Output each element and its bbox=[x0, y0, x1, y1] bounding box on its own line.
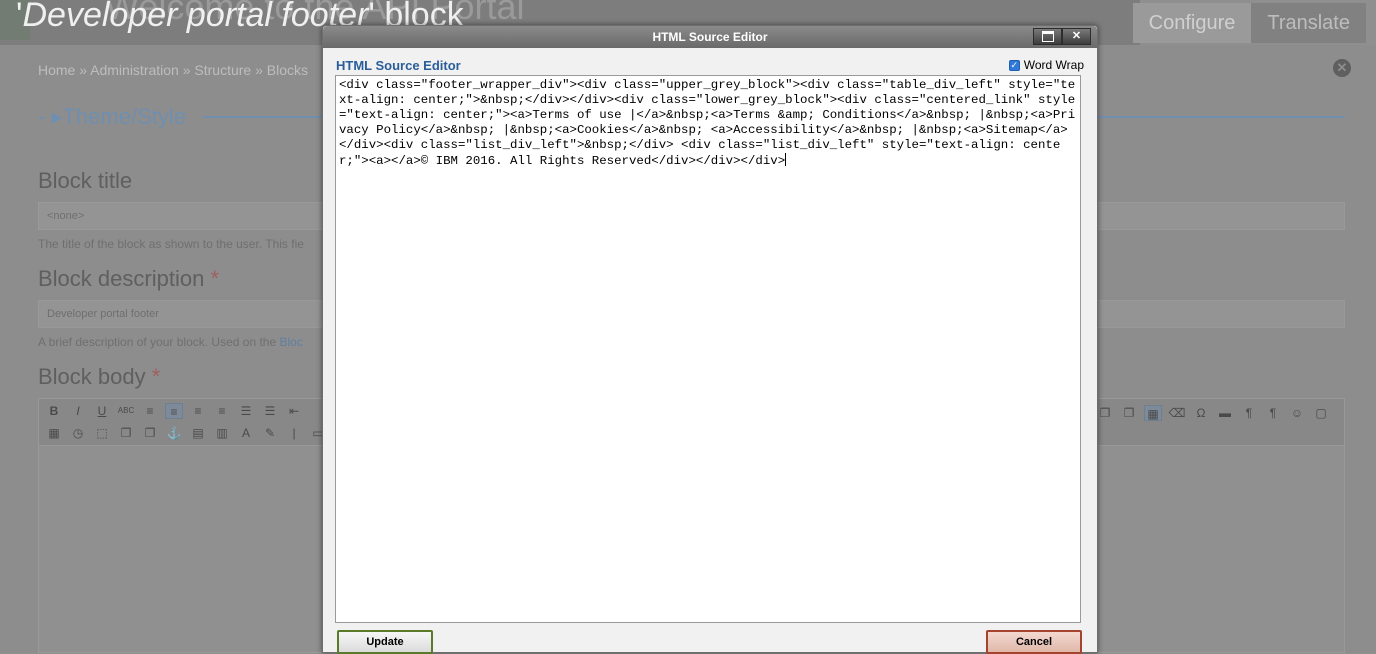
remove-format-icon[interactable]: ⌫ bbox=[1168, 405, 1186, 421]
page-tabs: Configure Translate bbox=[1132, 3, 1366, 43]
page-title-quoted: Developer portal footer bbox=[22, 0, 369, 34]
breadcrumb[interactable]: Home » Administration » Structure » Bloc… bbox=[38, 62, 308, 78]
paste-word-icon[interactable]: ▥ bbox=[213, 425, 231, 441]
block-description-help-text: A brief description of your block. Used … bbox=[38, 335, 280, 349]
tab-translate[interactable]: Translate bbox=[1251, 3, 1366, 43]
special-char-icon[interactable]: Ω bbox=[1192, 405, 1210, 421]
block-body-text: Block body bbox=[38, 364, 146, 389]
select-all-icon[interactable]: ⬚ bbox=[93, 425, 111, 441]
dialog-title: HTML Source Editor bbox=[652, 30, 768, 44]
italic-icon[interactable]: I bbox=[69, 403, 87, 419]
ltr-icon[interactable]: ¶ bbox=[1240, 405, 1258, 421]
dialog-titlebar[interactable]: HTML Source Editor ✕ bbox=[323, 26, 1097, 48]
insert-time-icon[interactable]: ◷ bbox=[69, 425, 87, 441]
block-title-label: Block title bbox=[38, 168, 133, 193]
html-source-textarea[interactable]: <div class="footer_wrapper_div"><div cla… bbox=[335, 75, 1081, 623]
align-left-icon[interactable]: ≡ bbox=[141, 403, 159, 419]
insert-date-icon[interactable]: ▦ bbox=[45, 425, 63, 441]
align-center-icon[interactable]: ≡ bbox=[165, 403, 183, 419]
text-caret bbox=[785, 153, 787, 166]
word-wrap-option[interactable]: ✓ Word Wrap bbox=[1008, 58, 1084, 72]
paste-special-icon[interactable]: ❐ bbox=[1120, 405, 1138, 421]
theme-style-legend[interactable]: - ▸Theme/Style bbox=[38, 104, 186, 130]
word-wrap-label: Word Wrap bbox=[1023, 58, 1084, 72]
block-description-text: Block description bbox=[38, 266, 205, 291]
copy-icon[interactable]: ❐ bbox=[117, 425, 135, 441]
word-wrap-checkbox[interactable]: ✓ bbox=[1008, 59, 1020, 71]
outdent-icon[interactable]: ⇤ bbox=[285, 403, 303, 419]
html-source-editor-dialog: HTML Source Editor ✕ HTML Source Editor … bbox=[322, 25, 1098, 654]
required-mark: * bbox=[151, 364, 161, 389]
update-button[interactable]: Update bbox=[337, 630, 433, 654]
paste-icon[interactable]: ❐ bbox=[141, 425, 159, 441]
numbered-list-icon[interactable]: ☰ bbox=[261, 403, 279, 419]
emoticon-icon[interactable]: ☺ bbox=[1288, 405, 1306, 421]
underline-icon[interactable]: U bbox=[93, 403, 111, 419]
maximize-icon[interactable] bbox=[1033, 28, 1062, 45]
fullscreen-icon[interactable]: ▢ bbox=[1312, 405, 1330, 421]
align-right-icon[interactable]: ≡ bbox=[189, 403, 207, 419]
paste-icon[interactable]: ❐ bbox=[1096, 405, 1114, 421]
bullet-list-icon[interactable]: ☰ bbox=[237, 403, 255, 419]
font-style-icon[interactable]: A bbox=[237, 425, 255, 441]
block-description-help: A brief description of your block. Used … bbox=[38, 335, 303, 349]
close-icon[interactable]: ✕ bbox=[1062, 28, 1091, 45]
block-body-label: Block body * bbox=[38, 364, 160, 390]
blocks-link[interactable]: Bloc bbox=[279, 335, 302, 349]
horizontal-rule-icon[interactable]: ▬ bbox=[1216, 405, 1234, 421]
block-description-label: Block description * bbox=[38, 266, 219, 292]
table-grid-icon[interactable]: ▦ bbox=[1144, 405, 1162, 421]
dialog-window-buttons: ✕ bbox=[1033, 28, 1091, 45]
strikethrough-icon[interactable]: ABC bbox=[117, 403, 135, 419]
rtl-icon[interactable]: ¶ bbox=[1264, 405, 1282, 421]
close-icon[interactable]: ✕ bbox=[1333, 59, 1351, 77]
block-title-help: The title of the block as shown to the u… bbox=[38, 237, 304, 251]
edit-icon[interactable]: ✎ bbox=[261, 425, 279, 441]
html-source-text: <div class="footer_wrapper_div"><div cla… bbox=[339, 78, 1076, 168]
align-justify-icon[interactable]: ≡ bbox=[213, 403, 231, 419]
anchor-icon[interactable]: ⚓ bbox=[165, 425, 183, 441]
required-mark: * bbox=[210, 266, 219, 291]
paste-text-icon[interactable]: ▤ bbox=[189, 425, 207, 441]
tab-configure[interactable]: Configure bbox=[1132, 3, 1252, 43]
separator-icon: | bbox=[292, 426, 296, 440]
bold-icon[interactable]: B bbox=[45, 403, 63, 419]
cancel-button[interactable]: Cancel bbox=[986, 630, 1082, 654]
dialog-heading: HTML Source Editor bbox=[336, 58, 461, 73]
